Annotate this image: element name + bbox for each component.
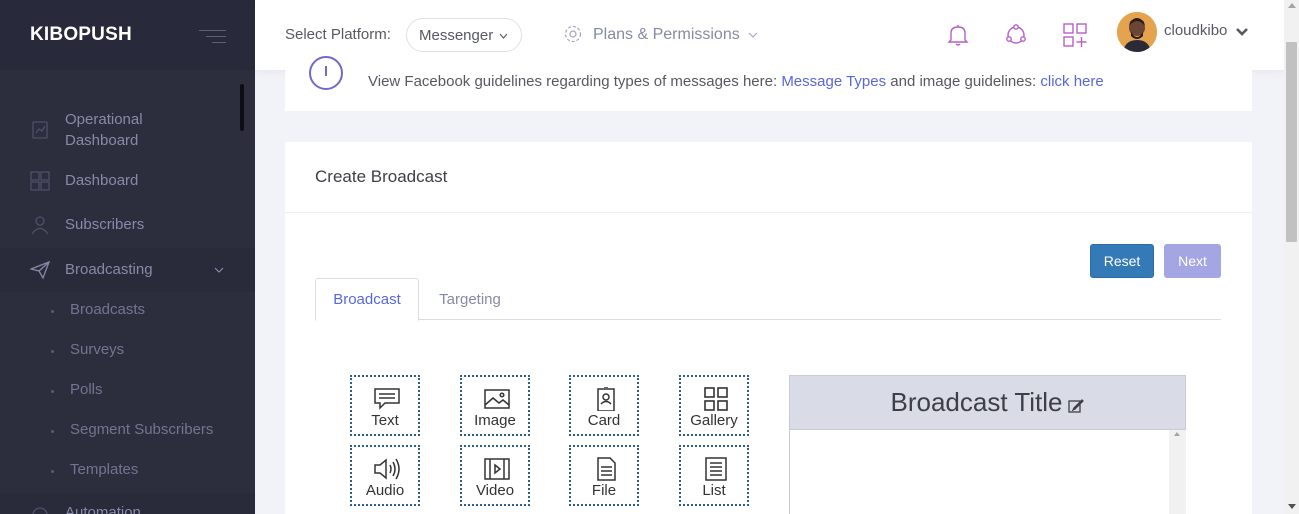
sidebar: KIBOPUSH Operational Dashboard Dashboard… [0,0,255,514]
sidebar-subitem-broadcasts[interactable]: Broadcasts [0,301,255,321]
component-label: List [702,482,726,499]
sidebar-item-broadcasting[interactable]: Broadcasting [0,248,255,292]
message-types-link[interactable]: Message Types [781,73,886,90]
scrollbar-thumb[interactable] [1286,42,1297,242]
grid-icon [30,171,50,191]
sidebar-item-label: Automation [65,504,141,514]
edit-icon[interactable] [1068,398,1085,414]
guidelines-info: View Facebook guidelines regarding types… [285,56,1252,111]
chevron-down-icon[interactable] [1235,27,1249,37]
list-icon [705,457,727,481]
component-label: Card [587,412,621,429]
menu-toggle-icon[interactable] [199,26,226,44]
user-photo [1117,12,1157,52]
component-audio[interactable]: Audio [350,445,420,506]
bell-icon[interactable] [945,22,971,48]
sidebar-subitem-label: Broadcasts [70,301,146,318]
platform-select[interactable]: Messenger [406,18,522,52]
avatar[interactable] [1117,12,1157,52]
username[interactable]: cloudkibo [1164,22,1227,39]
page-title: Create Broadcast [315,167,448,186]
component-label: Image [474,412,516,429]
create-broadcast-card: Create Broadcast Reset Next Broadcast Ta… [285,142,1252,514]
preview-scrollbar[interactable] [1169,430,1186,514]
component-video[interactable]: Video [460,445,530,506]
reset-button[interactable]: Reset [1090,244,1154,278]
select-platform-label: Select Platform: [285,26,391,43]
info-icon [309,56,343,90]
sidebar-subitem-label: Segment Subscribers [70,421,214,438]
component-label: File [591,482,617,499]
plans-permissions-label: Plans & Permissions [593,26,740,43]
user-icon [31,216,49,235]
component-label: Audio [365,482,405,499]
preview-header: Broadcast Title [790,376,1185,430]
gallery-grid-icon [704,387,728,411]
film-icon [484,458,510,480]
share-network-icon[interactable] [1003,22,1029,48]
sidebar-subitem-templates[interactable]: Templates [0,461,255,481]
sidebar-item-subscribers[interactable]: Subscribers [0,205,255,245]
sidebar-subitem-segment-subscribers[interactable]: Segment Subscribers [0,421,255,441]
sidebar-subitem-label: Templates [70,461,139,478]
broadcast-title[interactable]: Broadcast Title [891,387,1063,418]
component-text[interactable]: Text [350,375,420,436]
gear-icon [564,25,582,43]
sidebar-item-operational-dashboard[interactable]: Operational Dashboard [0,106,255,154]
tab-broadcast[interactable]: Broadcast [315,278,419,321]
sidebar-subitem-surveys[interactable]: Surveys [0,341,255,361]
sidebar-item-label: Operational [65,111,143,128]
scroll-down-icon[interactable] [1288,504,1296,509]
component-gallery[interactable]: Gallery [679,375,749,436]
speaker-icon [374,458,400,480]
guidelines-text-part: and image guidelines: [886,73,1041,90]
component-label: Text [371,412,399,429]
broadcast-tabs: Broadcast Targeting [315,278,1221,321]
brand-logo: KIBOPUSH [30,24,132,45]
chat-bubble-icon [374,388,400,410]
image-guidelines-link[interactable]: click here [1040,73,1103,90]
file-icon [597,457,616,481]
component-list[interactable]: List [679,445,749,506]
scroll-up-icon[interactable] [1174,432,1180,436]
sidebar-subitem-label: Polls [70,381,103,398]
component-file[interactable]: File [569,445,639,506]
top-header: Select Platform: Messenger Plans & Permi… [255,0,1284,70]
sidebar-item-label: Broadcasting [65,261,153,278]
image-icon [484,389,510,409]
sidebar-subitem-polls[interactable]: Polls [0,381,255,401]
sidebar-item-label: Dashboard [65,132,139,149]
component-card[interactable]: Card [569,375,639,436]
component-label: Gallery [690,412,738,429]
chevron-down-icon [499,33,508,39]
sidebar-item-dashboard[interactable]: Dashboard [0,161,255,201]
platform-select-value: Messenger [419,26,494,44]
scroll-up-icon[interactable] [1288,3,1296,8]
page-scrollbar[interactable] [1284,0,1299,514]
sidebar-item-label: Subscribers [65,216,145,233]
automation-icon [32,507,48,514]
sidebar-item-automation[interactable]: Automation [0,493,255,514]
chevron-down-icon [214,267,224,273]
chevron-down-icon [748,32,758,38]
component-label: Video [475,482,515,499]
apps-add-icon[interactable] [1062,22,1088,48]
sidebar-item-label: Dashboard [65,172,139,189]
guidelines-text-part: View Facebook guidelines regarding types… [368,73,782,90]
dashboard-chart-icon [32,121,48,139]
preview-body [790,430,1186,514]
id-card-icon [597,387,615,411]
paper-plane-icon [30,260,50,280]
broadcast-preview: Broadcast Title [789,375,1186,514]
sidebar-subitem-label: Surveys [70,341,125,358]
tab-targeting[interactable]: Targeting [419,278,521,320]
guidelines-text: View Facebook guidelines regarding types… [368,73,1104,90]
component-image[interactable]: Image [460,375,530,436]
next-button[interactable]: Next [1164,244,1221,278]
